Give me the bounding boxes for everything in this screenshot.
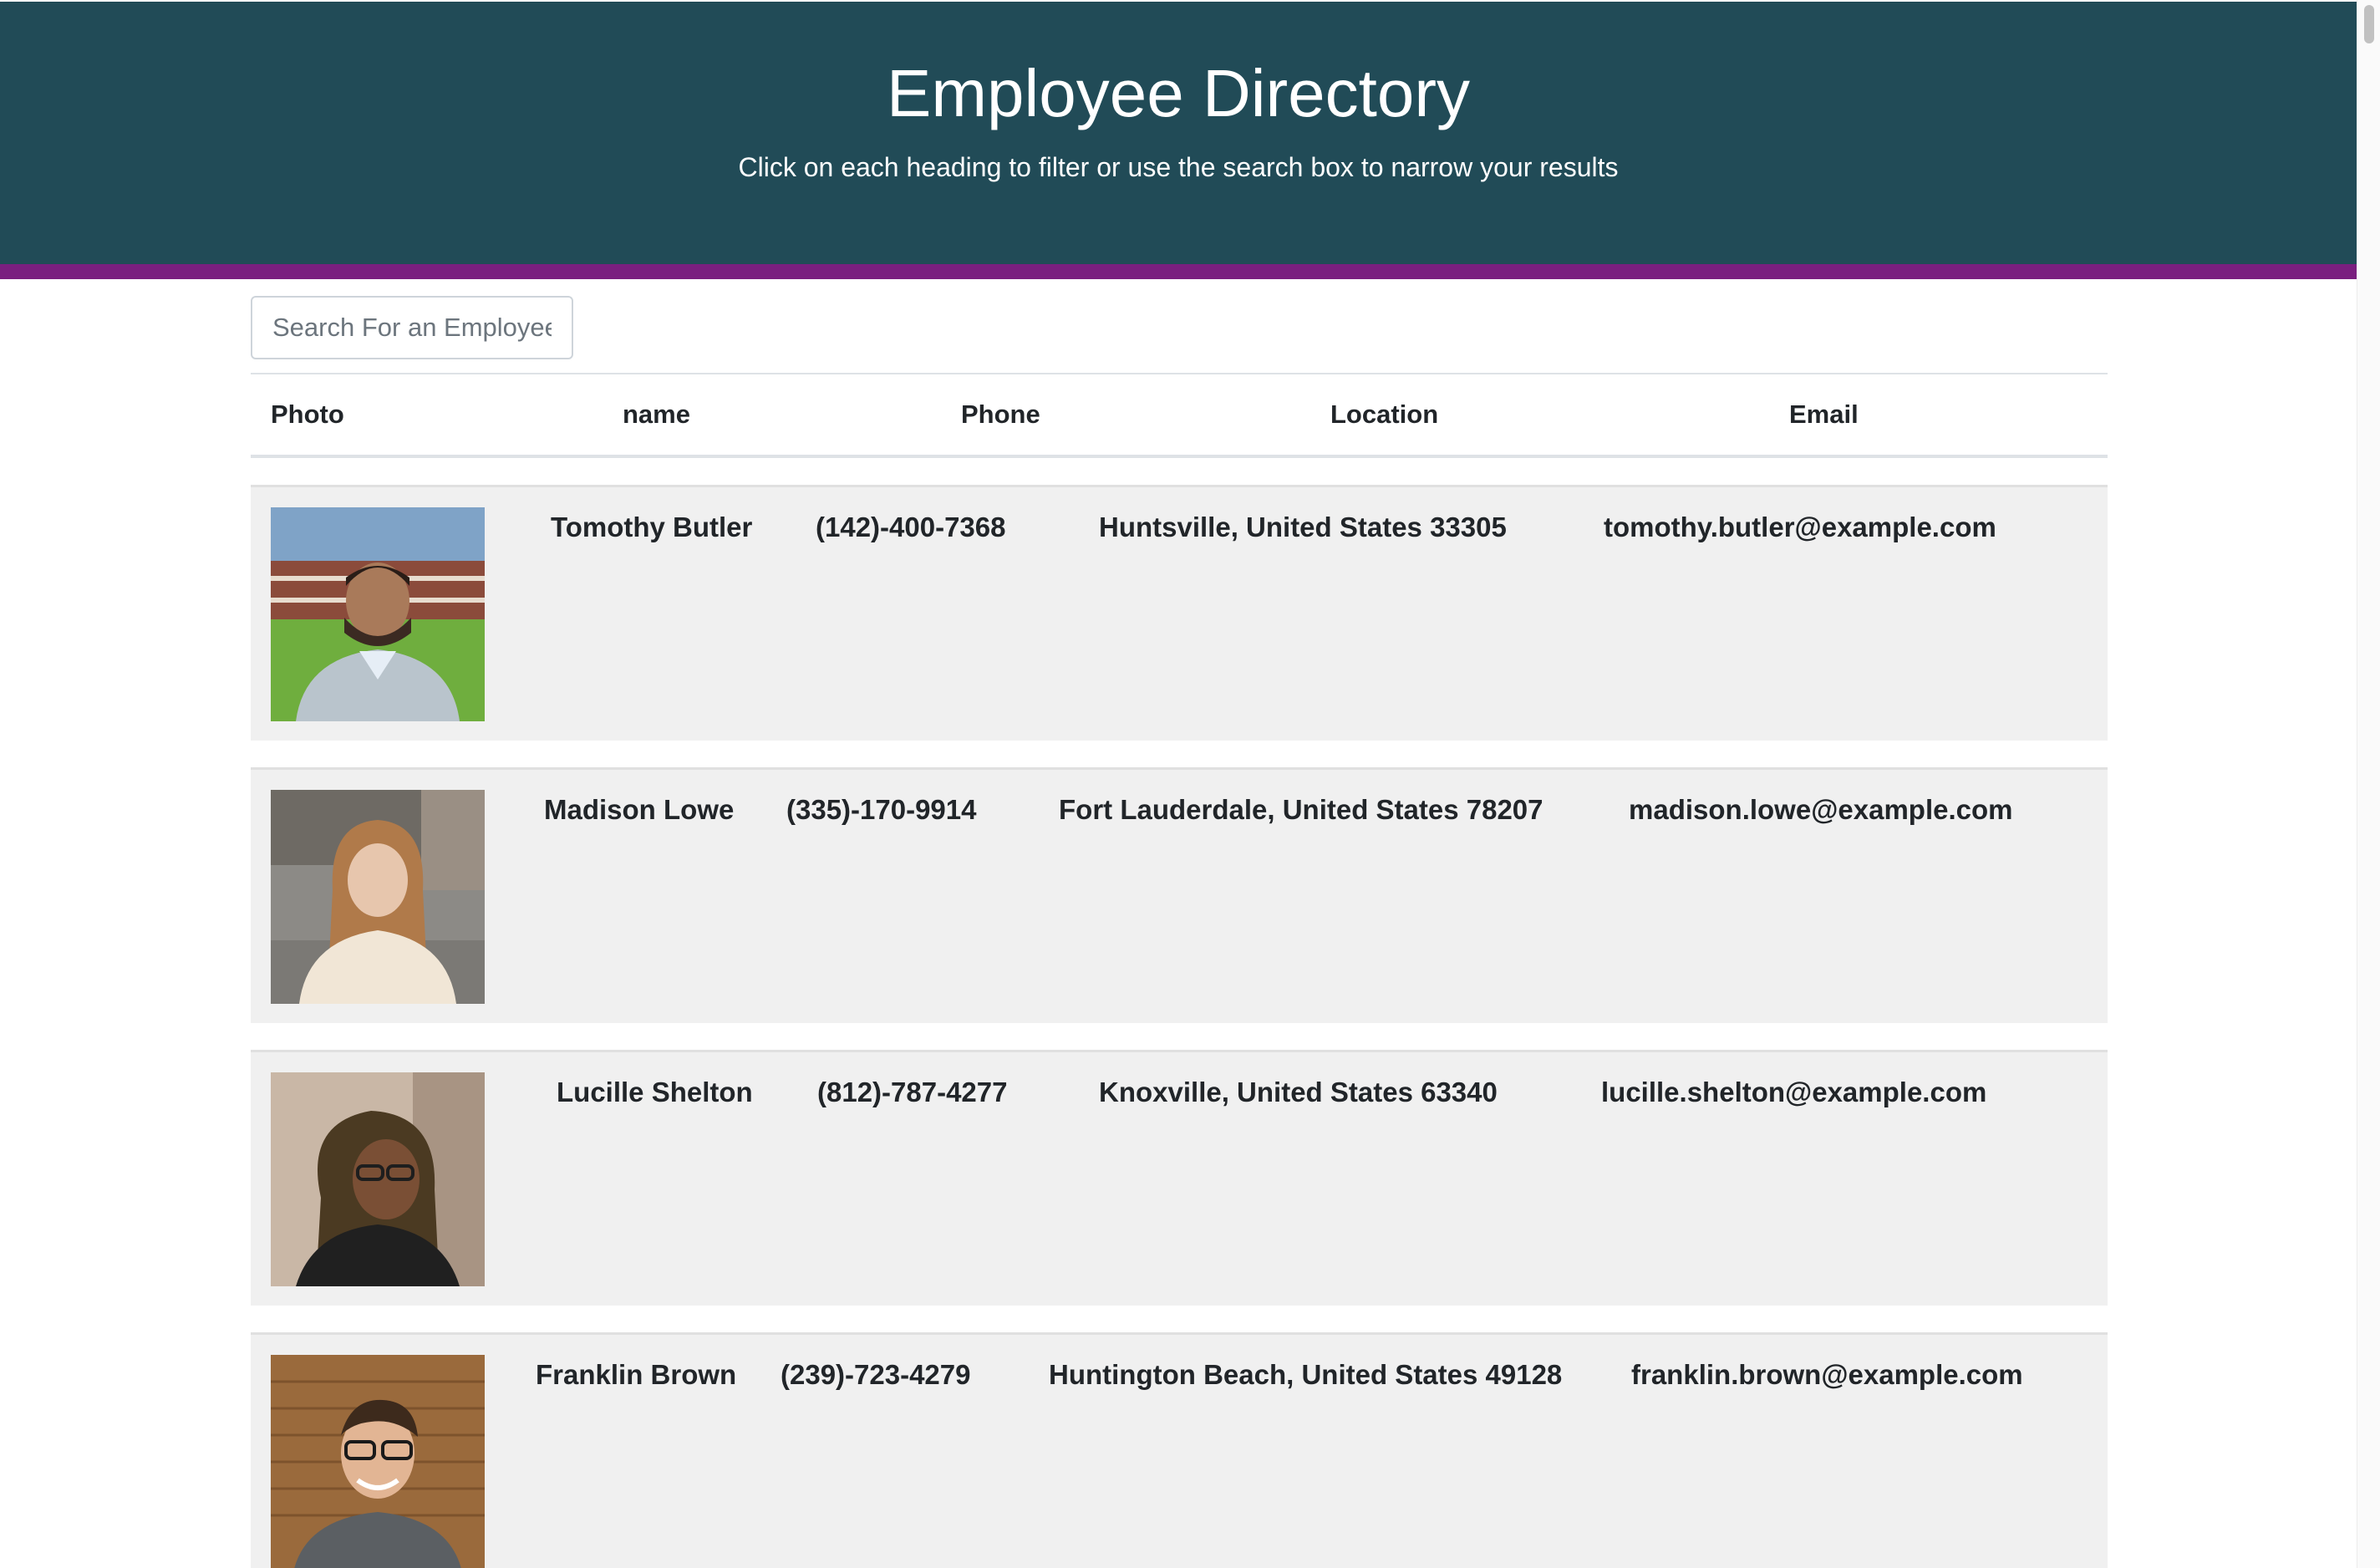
table-row: Lucille Shelton (812)-787-4277 Knoxville… <box>251 1050 2108 1306</box>
employee-location: Fort Lauderdale, United States 78207 <box>1059 794 1543 825</box>
employee-email: franklin.brown@example.com <box>1631 1359 2023 1390</box>
page: Employee Directory Click on each heading… <box>0 0 2357 1568</box>
employee-name: Madison Lowe <box>544 794 735 825</box>
employee-location: Knoxville, United States 63340 <box>1099 1077 1498 1107</box>
employee-email: tomothy.butler@example.com <box>1604 512 1996 542</box>
employee-location: Huntsville, United States 33305 <box>1099 512 1507 542</box>
employee-phone: (142)-400-7368 <box>816 512 1006 542</box>
table-row: Tomothy Butler (142)-400-7368 Huntsville… <box>251 485 2108 741</box>
employee-photo <box>271 1355 485 1568</box>
employee-phone: (812)-787-4277 <box>817 1077 1008 1107</box>
page-subtitle: Click on each heading to filter or use t… <box>738 152 1619 182</box>
table-body: Tomothy Butler (142)-400-7368 Huntsville… <box>251 485 2108 1568</box>
employee-photo <box>271 790 485 1004</box>
column-header-name[interactable]: name <box>623 374 690 455</box>
table-row: Madison Lowe (335)-170-9914 Fort Lauderd… <box>251 767 2108 1023</box>
employee-phone: (335)-170-9914 <box>786 794 977 825</box>
column-header-email[interactable]: Email <box>1789 374 1859 455</box>
employee-name: Tomothy Butler <box>551 512 753 542</box>
vertical-scrollbar[interactable] <box>2357 0 2380 1568</box>
employee-email: lucille.shelton@example.com <box>1601 1077 1987 1107</box>
employee-phone: (239)-723-4279 <box>781 1359 971 1390</box>
employee-name: Lucille Shelton <box>557 1077 753 1107</box>
column-header-photo[interactable]: Photo <box>271 374 344 455</box>
scrollbar-thumb[interactable] <box>2364 5 2374 43</box>
employee-photo <box>271 1072 485 1286</box>
browser-viewport: Employee Directory Click on each heading… <box>0 0 2380 1568</box>
search-input[interactable] <box>251 296 573 359</box>
header-accent-bar <box>0 264 2357 279</box>
employee-photo <box>271 507 485 721</box>
employee-email: madison.lowe@example.com <box>1629 794 2013 825</box>
employee-table: Photo name Phone Location Email Tomothy … <box>251 373 2108 1568</box>
page-header: Employee Directory Click on each heading… <box>0 2 2357 264</box>
table-row: Franklin Brown (239)-723-4279 Huntington… <box>251 1332 2108 1568</box>
table-header: Photo name Phone Location Email <box>251 373 2108 458</box>
employee-location: Huntington Beach, United States 49128 <box>1049 1359 1563 1390</box>
page-title: Employee Directory <box>886 56 1470 130</box>
column-header-phone[interactable]: Phone <box>961 374 1040 455</box>
employee-name: Franklin Brown <box>536 1359 737 1390</box>
column-header-location[interactable]: Location <box>1330 374 1438 455</box>
